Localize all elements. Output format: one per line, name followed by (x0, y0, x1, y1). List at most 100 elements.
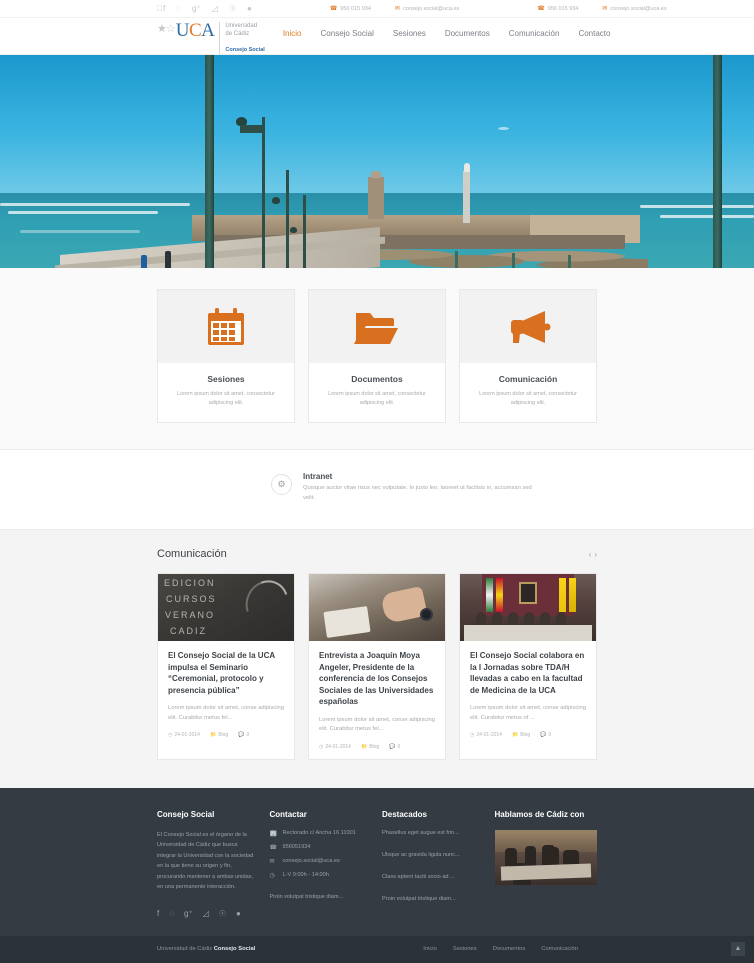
post-category[interactable]: 📁 Blog (361, 744, 379, 750)
post-thumbnail[interactable] (460, 574, 596, 641)
feature-icon-wrap (460, 290, 596, 363)
flag-shape (569, 578, 576, 612)
post-category[interactable]: 📁 Blog (512, 732, 530, 738)
comunicacion-section: Comunicación ‹ › EDICION CURSOS VERANO C… (0, 529, 754, 788)
featured-link[interactable]: Proin volutpat tristique diam... (382, 896, 482, 902)
gears-icon: ⚙ (271, 474, 292, 495)
post-thumbnail[interactable]: EDICION CURSOS VERANO CADIZ (158, 574, 294, 641)
footer-featured-list: Phasellus eget augue est frin... Ulsque … (382, 830, 482, 902)
nav-item-comunicacion[interactable]: Comunicación (509, 29, 560, 38)
post-comments[interactable]: 💬 0 (540, 732, 551, 738)
pinterest-icon[interactable]: ☉ (229, 4, 236, 13)
phone-icon: ☎ (323, 6, 337, 12)
gallery-desk (500, 862, 592, 881)
bottom-bar: Universidad de Cádiz Consejo Social Inic… (0, 935, 754, 963)
chalk-swoosh-shape (238, 574, 294, 633)
email-item-1[interactable]: ✉ consejo.social@uca.es (395, 5, 459, 13)
post-comments[interactable]: 💬 0 (238, 732, 249, 738)
post-comments-count: 0 (548, 732, 552, 738)
phone-icon: ☎ (531, 6, 544, 12)
chalk-line-3: VERANO (165, 610, 216, 620)
building-icon: 🏢 (269, 830, 277, 837)
post-comments[interactable]: 💬 0 (389, 744, 400, 750)
feature-title: Comunicación (498, 374, 558, 384)
footer-address-text: Rectorado c/ Ancha 16 11001 (282, 829, 356, 836)
footer-email-text: consejo.social@uca.es (282, 857, 340, 864)
email-item-2[interactable]: ✉ consejo.social@uca.es (602, 5, 666, 13)
bottom-nav-sesiones[interactable]: Sesiones (453, 946, 477, 952)
nav-item-consejo-social[interactable]: Consejo Social (321, 29, 374, 38)
featured-link[interactable]: Phasellus eget augue est frin... (382, 830, 482, 836)
hands-writing-image (309, 574, 445, 641)
pinterest-icon[interactable]: ☉ (219, 909, 226, 918)
footer-about-column: Consejo Social El Consejo Social es el ó… (157, 810, 257, 918)
footer-contact-note: Proin volutpat tristique diam... (269, 893, 344, 900)
bottom-nav-inicio[interactable]: Inicio (423, 946, 437, 952)
rss-icon[interactable]: ◿ (203, 909, 209, 918)
footer-about-text: El Consejo Social es el órgano de la Uni… (157, 831, 254, 891)
folder-icon: 📁 (360, 743, 368, 750)
rss-icon[interactable]: ◿ (212, 4, 218, 13)
envelope-icon: ✉ (602, 5, 607, 12)
footer-contact-column: Contactar 🏢 Rectorado c/ Ancha 16 11001 ☎… (270, 810, 370, 918)
intranet-section: ⚙ Intranet Quisque auctor vitae risus ne… (0, 450, 754, 529)
footer-contact-list: 🏢 Rectorado c/ Ancha 16 11001 ☎ 956051934 … (270, 830, 370, 879)
phone-item-2[interactable]: ☎ 956 015 934 (531, 5, 578, 13)
post-card[interactable]: Entrevista a Joaquín Moya Angeler, Presi… (308, 573, 446, 760)
site-logo[interactable]: ★☆ UCA Universidad de Cádiz Consejo Soci… (157, 18, 265, 54)
post-date-text: 24-01-2014 (174, 732, 200, 738)
featured-link[interactable]: Class aptent taciti socio ad ... (382, 874, 482, 880)
feature-title: Sesiones (207, 374, 245, 384)
nav-item-documentos[interactable]: Documentos (445, 29, 490, 38)
clock-icon: ◷ (269, 872, 275, 879)
nav-item-inicio[interactable]: Inicio (283, 29, 302, 38)
featured-link[interactable]: Ulsque ac gravida ligula nunc... (382, 852, 482, 858)
nav-item-sesiones[interactable]: Sesiones (393, 29, 426, 38)
carousel-prev-icon[interactable]: ‹ (589, 550, 592, 559)
post-card[interactable]: El Consejo Social colabora en la I Jorna… (459, 573, 597, 760)
footer-contact-phone[interactable]: ☎ 956051934 (270, 844, 370, 851)
carousel-next-icon[interactable]: › (594, 550, 597, 559)
google-plus-icon[interactable]: g⁺ (184, 909, 193, 918)
feature-card-comunicacion[interactable]: Comunicación Lorem ipsum dolor sit amet,… (459, 289, 597, 423)
comment-icon: 💬 (540, 732, 547, 738)
footer-gallery-image[interactable] (494, 829, 597, 885)
twitter-icon[interactable]: ◌ (176, 4, 181, 13)
facebook-icon[interactable]: f (157, 909, 159, 918)
bottom-nav-documentos[interactable]: Documentos (493, 946, 526, 952)
google-plus-icon[interactable]: g⁺ (192, 4, 201, 13)
post-title[interactable]: El Consejo Social de la UCA impulsa el S… (168, 650, 284, 696)
post-card[interactable]: EDICION CURSOS VERANO CADIZ El Consejo S… (157, 573, 295, 760)
back-to-top-button[interactable]: ▲ (731, 941, 745, 956)
footer-about-title: Consejo Social (157, 809, 215, 819)
bottom-nav-comunicacion[interactable]: Comunicación (541, 946, 578, 952)
post-category[interactable]: 📁 Blog (210, 732, 228, 738)
logo-university-line1: Universidad (225, 23, 258, 29)
phone-text-1: 956 015 934 (334, 5, 371, 12)
site-header: ★☆ UCA Universidad de Cádiz Consejo Soci… (0, 18, 754, 55)
chalk-line-1: EDICION (164, 578, 216, 588)
footer-featured-column: Destacados Phasellus eget augue est frin… (382, 810, 482, 918)
dribbble-icon[interactable]: ● (236, 909, 241, 918)
post-meta: ◷ 24-01-2014 📁 Blog 💬 0 (319, 744, 435, 750)
post-date: ◷ 24-01-2014 (470, 732, 502, 738)
post-excerpt: Lorem ipsum dolor sit amet, conse adipis… (319, 716, 435, 733)
feature-card-sesiones[interactable]: Sesiones Lorem ipsum dolor sit amet, con… (157, 289, 295, 423)
twitter-icon[interactable]: ◌ (169, 909, 174, 918)
post-thumbnail[interactable] (309, 574, 445, 641)
feature-card-documentos[interactable]: Documentos Lorem ipsum dolor sit amet, c… (308, 289, 446, 423)
phone-item-1[interactable]: ☎ 956 015 934 (323, 5, 371, 13)
nav-item-contacto[interactable]: Contacto (578, 29, 610, 38)
dribbble-icon[interactable]: ● (247, 4, 252, 13)
logo-subtitle: Consejo Social (225, 46, 265, 54)
post-title[interactable]: El Consejo Social colabora en la I Jorna… (470, 650, 586, 696)
post-title[interactable]: Entrevista a Joaquín Moya Angeler, Presi… (319, 650, 435, 708)
feature-desc: Lorem ipsum dolor sit amet, consectetur … (177, 391, 275, 406)
post-excerpt: Lorem ipsum dolor sit amet, conse adipis… (470, 705, 586, 721)
phone-icon: ☎ (269, 844, 277, 851)
post-category-text: Blog (369, 743, 380, 750)
footer-contact-email[interactable]: ✉ consejo.social@uca.es (270, 858, 370, 865)
facebook-icon[interactable]: f (157, 4, 165, 13)
envelope-icon: ✉ (395, 5, 400, 12)
copyright: Universidad de Cádiz Consejo Social (157, 946, 255, 952)
